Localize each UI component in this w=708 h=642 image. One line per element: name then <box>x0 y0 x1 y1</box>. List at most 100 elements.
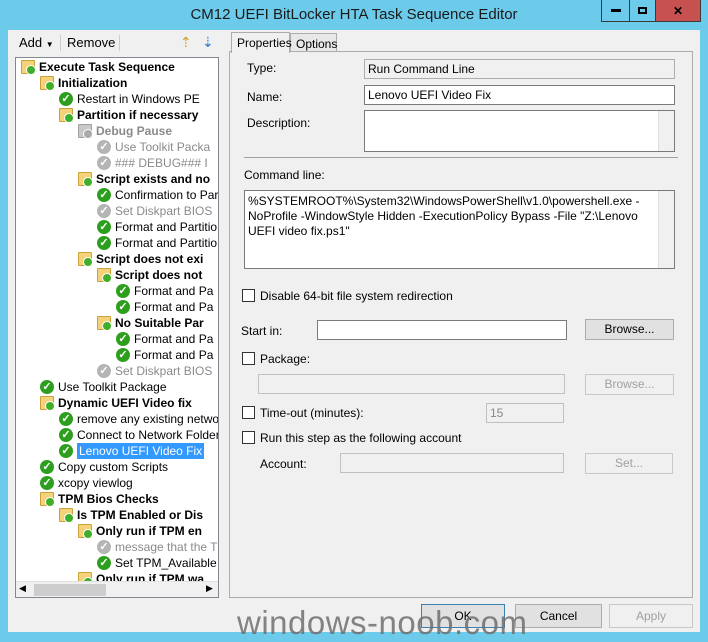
description-scrollbar[interactable] <box>658 111 674 151</box>
tree-item-label: Confirmation to Par <box>115 188 219 202</box>
tree-item[interactable]: No Suitable Par <box>97 315 218 331</box>
tree-item[interactable]: Script does not exi <box>78 251 218 267</box>
tree-item[interactable]: ✓ Format and Pa <box>116 283 218 299</box>
description-input[interactable] <box>364 110 675 152</box>
horizontal-scrollbar[interactable]: ◀ ▶ <box>16 581 218 597</box>
start-in-input[interactable] <box>317 320 567 340</box>
folder-group-icon <box>59 108 74 123</box>
run-as-account-checkbox[interactable] <box>242 431 255 444</box>
tree-item[interactable]: ✓ Format and Pa <box>116 347 218 363</box>
tree-item[interactable]: ✓ Restart in Windows PE <box>59 91 218 107</box>
check-step-icon: ✓ <box>116 284 130 298</box>
tree-item-label: No Suitable Par <box>115 316 204 330</box>
check-step-icon: ✓ <box>116 348 130 362</box>
account-label: Account: <box>260 457 307 471</box>
check-step-icon: ✓ <box>116 300 130 314</box>
package-checkbox[interactable] <box>242 352 255 365</box>
scroll-left-icon[interactable]: ◀ <box>19 583 26 594</box>
tree-item-label: Format and Pa <box>134 284 214 298</box>
folder-group-icon <box>21 60 36 75</box>
move-up-icon[interactable]: ⇡ <box>180 34 192 51</box>
scroll-thumb-horizontal[interactable] <box>34 584 106 596</box>
folder-group-icon <box>59 508 74 523</box>
tree-item[interactable]: ✓ Copy custom Scripts <box>40 459 218 475</box>
tree-item-label: Is TPM Enabled or Dis <box>77 508 204 522</box>
type-field: Run Command Line <box>364 59 675 79</box>
tree-item[interactable]: Partition if necessary <box>59 107 218 123</box>
tree-item[interactable]: Script does not <box>97 267 218 283</box>
tree-item[interactable]: ✓ Format and Partitio <box>97 219 218 235</box>
tree-item-label: Script does not exi <box>96 252 204 266</box>
tree-item[interactable]: Dynamic UEFI Video fix <box>40 395 218 411</box>
timeout-checkbox[interactable] <box>242 406 255 419</box>
tree-item[interactable]: Is TPM Enabled or Dis <box>59 507 218 523</box>
tree-item[interactable]: ✓ Lenovo UEFI Video Fix <box>59 443 218 459</box>
minimize-button[interactable] <box>601 0 630 22</box>
check-step-icon: ✓ <box>97 540 111 554</box>
maximize-button[interactable] <box>629 0 656 22</box>
folder-group-icon <box>40 492 55 507</box>
set-account-button: Set... <box>585 453 673 474</box>
add-button[interactable]: Add ▼ <box>19 35 54 50</box>
name-input[interactable]: Lenovo UEFI Video Fix <box>364 85 675 105</box>
remove-button[interactable]: Remove <box>67 35 115 50</box>
folder-group-icon <box>40 396 55 411</box>
check-step-icon: ✓ <box>97 236 111 250</box>
command-line-label: Command line: <box>244 168 325 182</box>
tree-item[interactable]: ✓ ### DEBUG### I <box>97 155 218 171</box>
tree-item-label: Format and Pa <box>134 332 214 346</box>
tree-item[interactable]: Script exists and no <box>78 171 218 187</box>
check-step-icon: ✓ <box>97 364 111 378</box>
tab-properties[interactable]: Properties <box>231 32 292 53</box>
folder-group-icon <box>97 268 112 283</box>
timeout-label: Time-out (minutes): <box>260 406 364 420</box>
move-down-icon[interactable]: ⇣ <box>202 34 214 51</box>
tree-item-label: Format and Partitio <box>115 220 218 234</box>
tree-item[interactable]: ✓ Format and Pa <box>116 299 218 315</box>
name-label: Name: <box>247 90 283 104</box>
tree-item[interactable]: ✓ Use Toolkit Packa <box>97 139 218 155</box>
tree-item-label: Set TPM_Available <box>115 556 217 570</box>
close-button[interactable]: ✕ <box>655 0 701 22</box>
tree-item-label: Copy custom Scripts <box>58 460 169 474</box>
toolbar-separator <box>119 35 120 51</box>
folder-group-icon <box>78 124 93 139</box>
tree-item[interactable]: ✓ Set Diskpart BIOS <box>97 203 218 219</box>
tree-item-label: xcopy viewlog <box>58 476 133 490</box>
tree-item[interactable]: Initialization <box>40 75 218 91</box>
tree-item-label: Debug Pause <box>96 124 173 138</box>
tab-options[interactable]: Options <box>290 33 337 53</box>
cancel-button[interactable]: Cancel <box>515 604 602 628</box>
add-label: Add <box>19 35 43 50</box>
tree-item[interactable]: ✓ remove any existing netwo <box>59 411 218 427</box>
tree-item-label: Execute Task Sequence <box>39 60 175 74</box>
tree-item[interactable]: ✓ Format and Partitio <box>97 235 218 251</box>
tree-item[interactable]: ✓ Set TPM_Available <box>97 555 218 571</box>
apply-button: Apply <box>609 604 693 628</box>
tree-item-label: Set Diskpart BIOS <box>115 364 213 378</box>
check-step-icon: ✓ <box>59 92 73 106</box>
tree-item-label: Lenovo UEFI Video Fix <box>77 443 205 459</box>
task-sequence-tree[interactable]: Execute Task Sequence Initialization ✓ Rest… <box>15 57 219 598</box>
tree-item[interactable]: TPM Bios Checks <box>40 491 218 507</box>
scroll-right-icon[interactable]: ▶ <box>206 583 213 594</box>
tree-item[interactable]: ✓ message that the T <box>97 539 218 555</box>
tree-item[interactable]: Debug Pause <box>78 123 218 139</box>
tree-item[interactable]: Only run if TPM en <box>78 523 218 539</box>
start-in-browse-button[interactable]: Browse... <box>585 319 674 340</box>
folder-group-icon <box>78 172 93 187</box>
command-line-scrollbar[interactable] <box>658 191 674 268</box>
tree-item[interactable]: ✓ Set Diskpart BIOS <box>97 363 218 379</box>
tree-item[interactable]: ✓ Format and Pa <box>116 331 218 347</box>
tree-item[interactable]: ✓ Connect to Network Folder <box>59 427 219 443</box>
folder-group-icon <box>97 316 112 331</box>
disable-64bit-checkbox[interactable] <box>242 289 255 302</box>
tree-item[interactable]: ✓ Confirmation to Par <box>97 187 219 203</box>
tree-item-label: Set Diskpart BIOS <box>115 204 213 218</box>
tree-item[interactable]: ✓ xcopy viewlog <box>40 475 218 491</box>
separator <box>244 157 678 158</box>
tree-item-label: Connect to Network Folder <box>77 428 219 442</box>
tree-item[interactable]: Execute Task Sequence <box>21 59 209 75</box>
command-line-input[interactable]: %SYSTEMROOT%\System32\WindowsPowerShell\… <box>244 190 675 269</box>
tree-item[interactable]: ✓ Use Toolkit Package <box>40 379 218 395</box>
